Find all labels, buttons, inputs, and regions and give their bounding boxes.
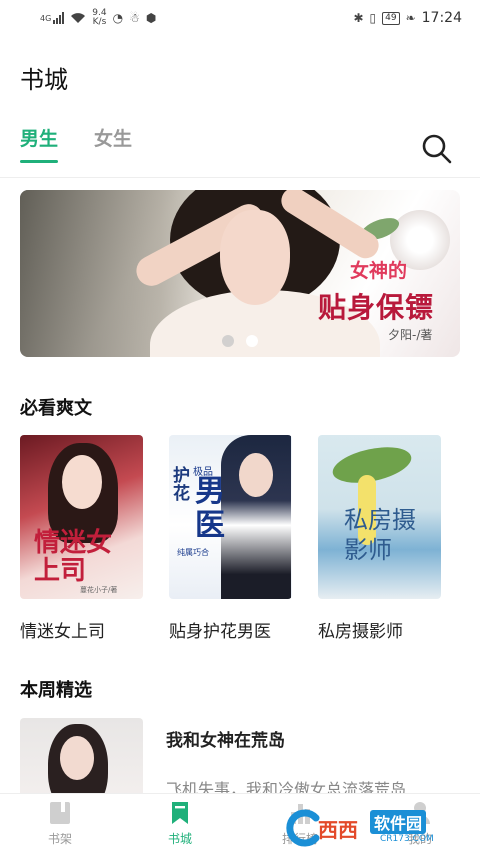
cover-author: 纯属巧合 <box>177 548 209 557</box>
vibrate-icon: ▯ <box>369 11 377 25</box>
banner-author: 夕阳-/著 <box>388 328 433 342</box>
status-bar: 4G 9.4 K/s ◔ ☃ ⬢ ✱ ▯ 49 ❧ 17:24 <box>0 0 480 36</box>
app-notification-icon: ◔ <box>112 11 124 25</box>
banner-subtitle: 女神的 <box>350 260 408 282</box>
status-right: ✱ ▯ 49 ❧ 17:24 <box>353 10 462 26</box>
nav-item-bookshelf[interactable]: 书架 <box>0 794 120 853</box>
net-speed: 9.4 K/s <box>92 9 106 27</box>
cover-title-big: 男医 <box>195 474 225 543</box>
carousel-dot-active[interactable] <box>246 335 258 347</box>
book-card[interactable]: 护花 极品 男医 纯属巧合 贴身护花男医 <box>169 435 292 642</box>
book-cover: 护花 极品 男医 纯属巧合 <box>169 435 292 599</box>
nav-label: 书架 <box>47 832 72 846</box>
watermark-domain: CR173.COM <box>380 834 434 844</box>
cover-figure-face <box>60 736 94 780</box>
clock: 17:24 <box>421 10 462 26</box>
search-icon <box>422 134 452 164</box>
cover-author: 蔓花小子/著 <box>80 586 118 594</box>
cover-figure-face <box>62 455 102 509</box>
carousel-dot[interactable] <box>222 335 234 347</box>
book-cover: 私房摄影师 <box>318 435 441 599</box>
book-list: 情迷女上司 蔓花小子/著 情迷女上司 护花 极品 男医 纯属巧合 贴身护花男医 … <box>20 435 441 642</box>
search-button[interactable] <box>420 132 454 166</box>
book-title: 贴身护花男医 <box>169 622 271 642</box>
book-title: 私房摄影师 <box>318 622 403 642</box>
network-type-label: 4G <box>40 13 52 23</box>
watermark-brand: 西西 <box>318 818 358 842</box>
cell-signal-icon <box>53 12 65 24</box>
tab-male[interactable]: 男生 <box>20 124 59 163</box>
section-title-weekly: 本周精选 <box>20 680 92 701</box>
banner-figure-face <box>220 210 290 305</box>
book-title: 情迷女上司 <box>20 622 105 642</box>
watermark-text: 软件园 <box>370 810 427 834</box>
status-left: 4G 9.4 K/s ◔ ☃ ⬢ <box>40 9 156 27</box>
watermark-logo: 西西 软件园 CR173.COM <box>284 808 464 848</box>
bookmark-icon <box>172 802 188 824</box>
banner-title: 贴身保镖 <box>318 291 435 324</box>
net-speed-unit: K/s <box>92 17 107 27</box>
nav-label: 书城 <box>167 832 192 846</box>
book-card[interactable]: 情迷女上司 蔓花小子/著 情迷女上司 <box>20 435 143 642</box>
bookshelf-icon <box>50 802 70 824</box>
cover-figure-face <box>239 453 273 497</box>
cover-title: 情迷女上司 <box>34 528 113 586</box>
shield-notification-icon: ⬢ <box>145 11 157 25</box>
header-divider <box>0 177 480 178</box>
leaf-icon: ❧ <box>405 11 416 25</box>
nav-item-bookstore[interactable]: 书城 <box>120 794 240 853</box>
book-card[interactable]: 私房摄影师 私房摄影师 <box>318 435 441 642</box>
battery-icon: 49 <box>382 11 400 25</box>
book-cover: 情迷女上司 蔓花小子/著 <box>20 435 143 599</box>
list-item[interactable]: 我和女神在荒岛 飞机失事，我和冷傲女总流落荒岛 <box>20 718 460 799</box>
tab-female[interactable]: 女生 <box>94 124 132 163</box>
book-cover <box>20 718 143 798</box>
list-item-title: 我和女神在荒岛 <box>166 731 285 751</box>
bluetooth-icon: ✱ <box>353 11 364 25</box>
cover-title: 私房摄影师 <box>344 506 416 564</box>
cover-title-small: 护花 <box>173 466 190 504</box>
page-title: 书城 <box>20 66 68 94</box>
section-title-must-read: 必看爽文 <box>20 398 92 419</box>
gender-tabs: 男生 女生 <box>20 124 132 163</box>
wifi-icon <box>71 13 86 23</box>
banner-carousel[interactable]: 女神的 贴身保镖 夕阳-/著 <box>20 190 460 357</box>
qq-icon: ☃ <box>129 11 140 25</box>
carousel-dots <box>222 335 258 347</box>
